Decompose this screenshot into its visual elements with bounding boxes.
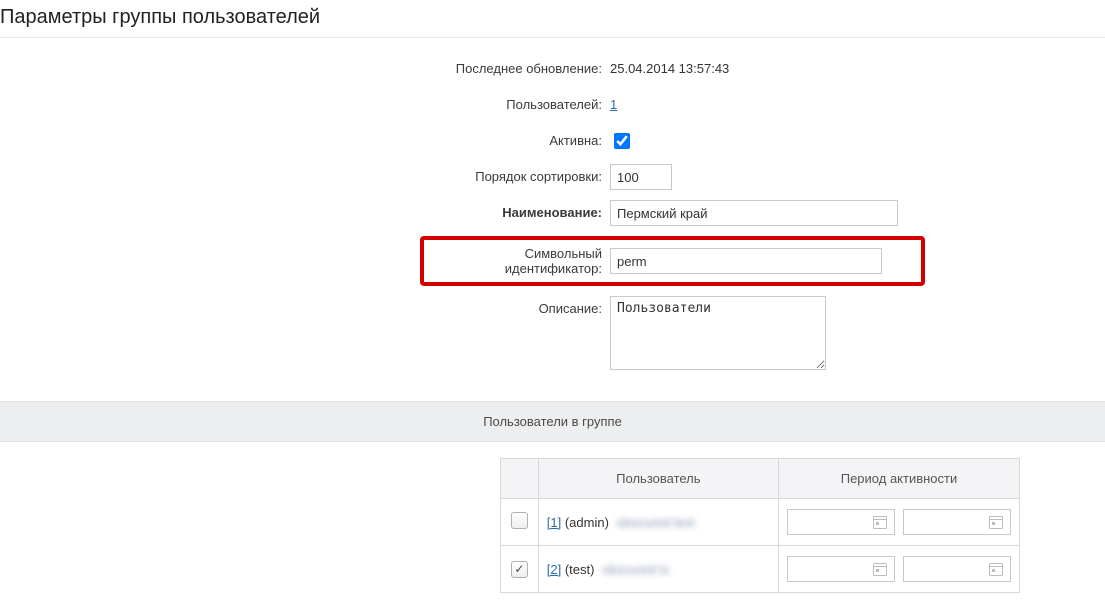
code-input[interactable] bbox=[610, 248, 882, 274]
user-login: (test) bbox=[565, 562, 595, 577]
col-header-user: Пользователь bbox=[538, 459, 778, 499]
users-table: Пользователь Период активности [1] (admi… bbox=[500, 458, 1020, 593]
user-login: (admin) bbox=[565, 515, 609, 530]
user-id-link[interactable]: [2] bbox=[547, 562, 561, 577]
sort-input[interactable] bbox=[610, 164, 672, 190]
user-name-blurred: obscured tx bbox=[602, 562, 669, 577]
code-row-highlight: Символьный идентификатор: bbox=[420, 236, 925, 286]
col-header-checkbox bbox=[501, 459, 539, 499]
last-update-label: Последнее обновление: bbox=[0, 56, 610, 82]
calendar-icon bbox=[872, 561, 888, 577]
user-id-link[interactable]: [1] bbox=[547, 515, 561, 530]
page-title: Параметры группы пользователей bbox=[0, 0, 1105, 38]
calendar-icon bbox=[988, 561, 1004, 577]
form-area: Последнее обновление: 25.04.2014 13:57:4… bbox=[0, 38, 1105, 391]
date-to-input[interactable] bbox=[903, 509, 1011, 535]
date-from-input[interactable] bbox=[787, 556, 895, 582]
table-row: [1] (admin) obscured text bbox=[501, 499, 1020, 546]
last-update-value: 25.04.2014 13:57:43 bbox=[610, 56, 1105, 82]
section-users-in-group: Пользователи в группе bbox=[0, 401, 1105, 442]
col-header-period: Период активности bbox=[779, 459, 1020, 499]
calendar-icon bbox=[872, 514, 888, 530]
row-checkbox[interactable] bbox=[511, 512, 528, 529]
date-to-input[interactable] bbox=[903, 556, 1011, 582]
desc-textarea[interactable]: Пользователи bbox=[610, 296, 826, 370]
code-label: Символьный идентификатор: bbox=[424, 246, 610, 276]
row-checkbox[interactable] bbox=[511, 561, 528, 578]
name-input[interactable] bbox=[610, 200, 898, 226]
table-row: [2] (test) obscured tx bbox=[501, 546, 1020, 593]
users-count-link[interactable]: 1 bbox=[610, 97, 617, 112]
users-count-label: Пользователей: bbox=[0, 92, 610, 118]
desc-label: Описание: bbox=[0, 296, 610, 322]
active-label: Активна: bbox=[0, 128, 610, 154]
active-checkbox[interactable] bbox=[614, 133, 630, 149]
date-from-input[interactable] bbox=[787, 509, 895, 535]
user-name-blurred: obscured text bbox=[617, 515, 695, 530]
name-label: Наименование: bbox=[0, 200, 610, 226]
sort-label: Порядок сортировки: bbox=[0, 164, 610, 190]
calendar-icon bbox=[988, 514, 1004, 530]
